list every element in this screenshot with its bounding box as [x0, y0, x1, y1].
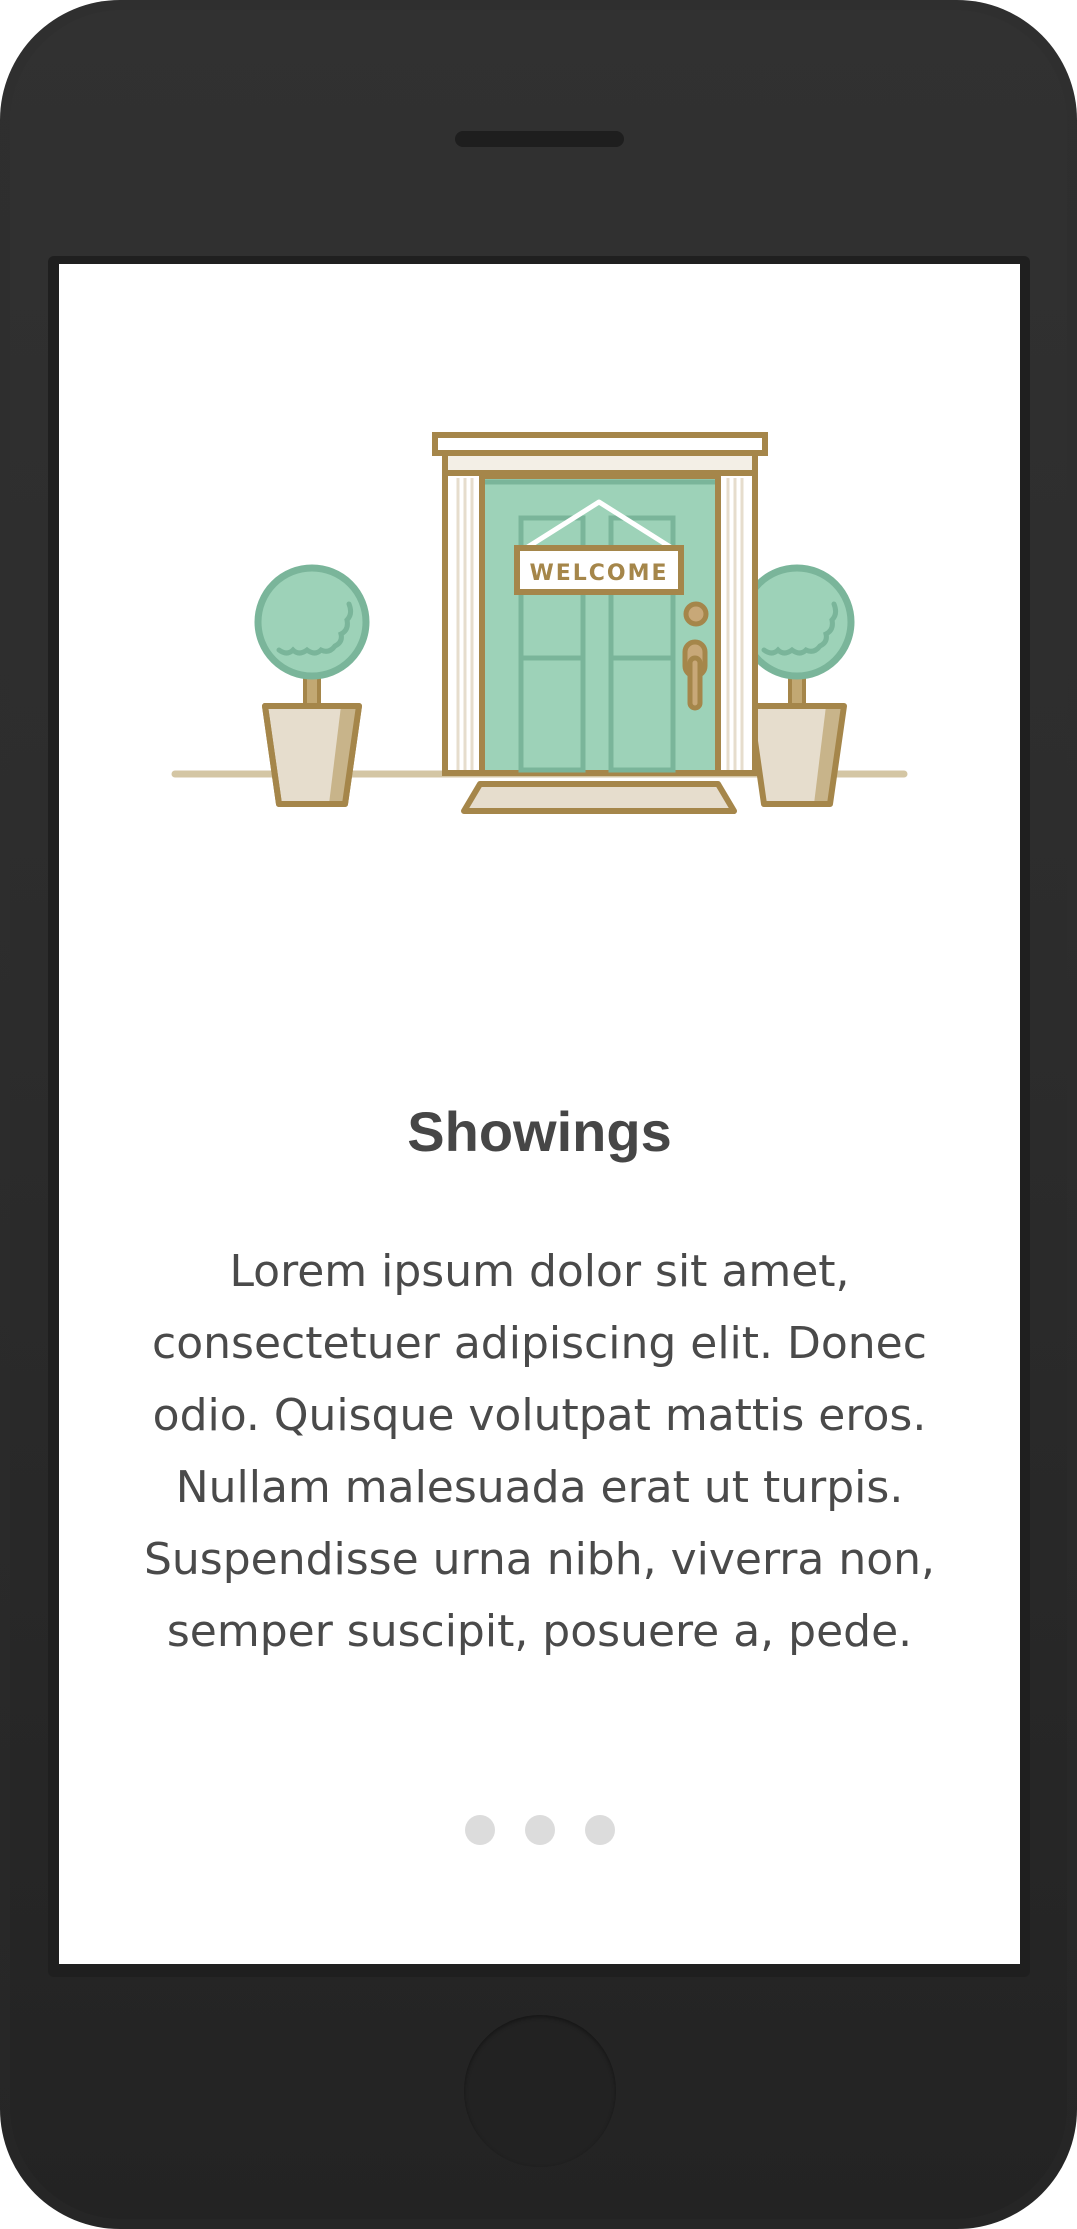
right-potted-tree-icon	[739, 564, 855, 807]
pagination-dots	[59, 1815, 1020, 1845]
page-dot-2[interactable]	[524, 1815, 555, 1845]
doormat	[461, 781, 737, 814]
page-title: Showings	[407, 1100, 672, 1163]
door-icon	[479, 473, 721, 776]
left-potted-tree-icon	[254, 564, 370, 807]
page-dot-3[interactable]	[584, 1815, 615, 1845]
page-dot-1[interactable]	[464, 1815, 495, 1845]
phone-device-frame: WELCOME Showings Lorem ipsum dolor sit a…	[0, 0, 1077, 2229]
earpiece-speaker	[455, 131, 624, 147]
home-button[interactable]	[464, 2015, 616, 2167]
description-text: Lorem ipsum dolor sit amet, consectetuer…	[143, 1246, 936, 1657]
front-door-illustration: WELCOME	[171, 432, 908, 814]
onboarding-screen: WELCOME Showings Lorem ipsum dolor sit a…	[59, 264, 1020, 1964]
door-knob-icon	[683, 601, 709, 627]
welcome-sign-text: WELCOME	[529, 561, 668, 586]
